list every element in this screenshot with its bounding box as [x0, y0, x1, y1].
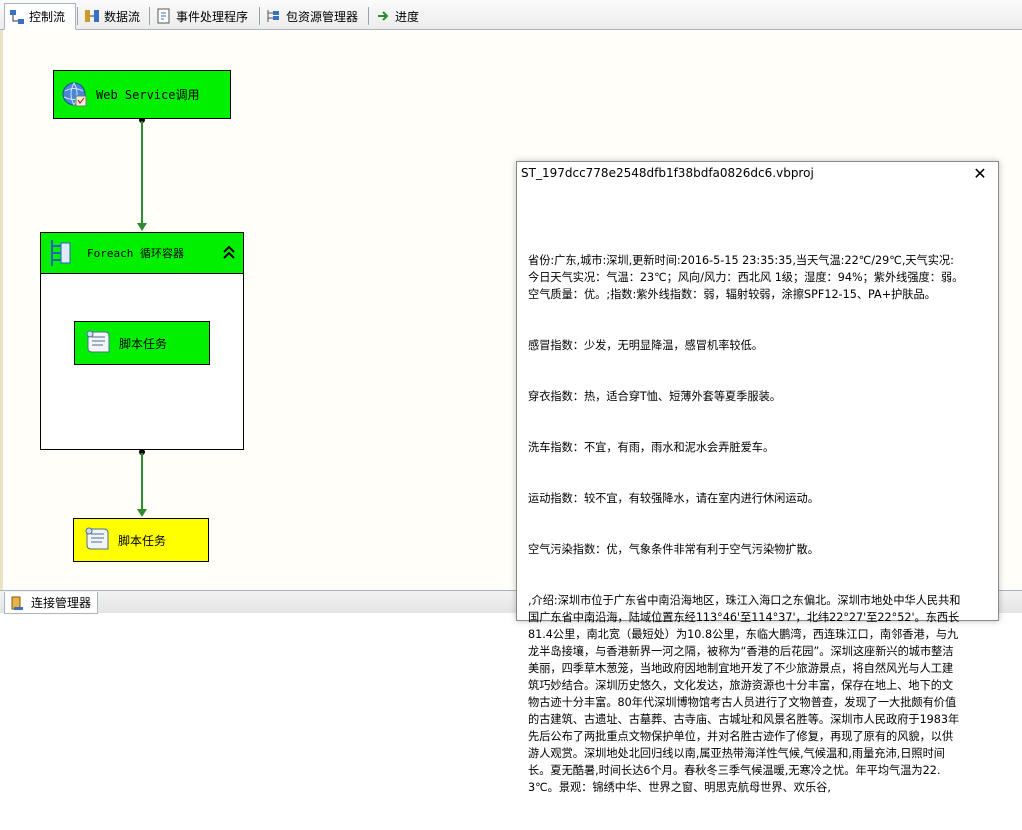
connector-foreach-to-script[interactable]	[137, 449, 147, 517]
message-line: ,介绍:深圳市位于广东省中南沿海地区，珠江入海口之东偏北。深圳市地处中华人民共和…	[528, 594, 961, 794]
message-line: 省份:广东,城市:深圳,更新时间:2016-5-15 23:35:35,当天气温…	[528, 254, 964, 301]
script-task-bottom[interactable]: 脚本任务	[73, 518, 209, 562]
connection-manager-icon	[9, 595, 25, 611]
script-task-bottom-label: 脚本任务	[118, 533, 167, 548]
message-line: 运动指数：较不宜，有较强降水，请在室内进行休闲运动。	[528, 492, 819, 505]
web-service-task-label: Web Service调用	[96, 88, 200, 102]
close-icon[interactable]: ✕	[970, 164, 990, 184]
script-task-inner-label: 脚本任务	[119, 336, 168, 351]
tab-label: 连接管理器	[31, 596, 92, 610]
script-icon	[83, 328, 113, 358]
foreach-icon	[49, 238, 77, 268]
collapse-chevron-icon[interactable]	[221, 243, 237, 261]
tab-connection-managers[interactable]: 连接管理器	[4, 592, 99, 614]
foreach-container-label: Foreach 循环容器	[87, 247, 184, 260]
foreach-container-header[interactable]: Foreach 循环容器	[41, 233, 243, 274]
message-dialog[interactable]: ST_197dcc778e2548dfb1f38bdfa0826dc6.vbpr…	[516, 161, 999, 794]
script-task-inner[interactable]: 脚本任务	[74, 321, 210, 365]
message-line: 感冒指数：少发，无明显降温，感冒机率较低。	[528, 339, 763, 352]
message-line: 空气污染指数：优，气象条件非常有利于空气污染物扩散。	[528, 543, 819, 556]
dialog-message-body: 省份:广东,城市:深圳,更新时间:2016-5-15 23:35:35,当天气温…	[528, 218, 964, 830]
script-icon	[82, 525, 112, 555]
dialog-title: ST_197dcc778e2548dfb1f38bdfa0826dc6.vbpr…	[521, 166, 814, 180]
web-service-icon	[60, 80, 90, 110]
message-line: 洗车指数：不宜，有雨，雨水和泥水会弄脏爱车。	[528, 441, 775, 454]
web-service-task[interactable]: Web Service调用	[53, 70, 231, 119]
message-line: 穿衣指数：热，适合穿T恤、短薄外套等夏季服装。	[528, 390, 781, 403]
connector-webservice-to-foreach[interactable]	[137, 117, 147, 231]
